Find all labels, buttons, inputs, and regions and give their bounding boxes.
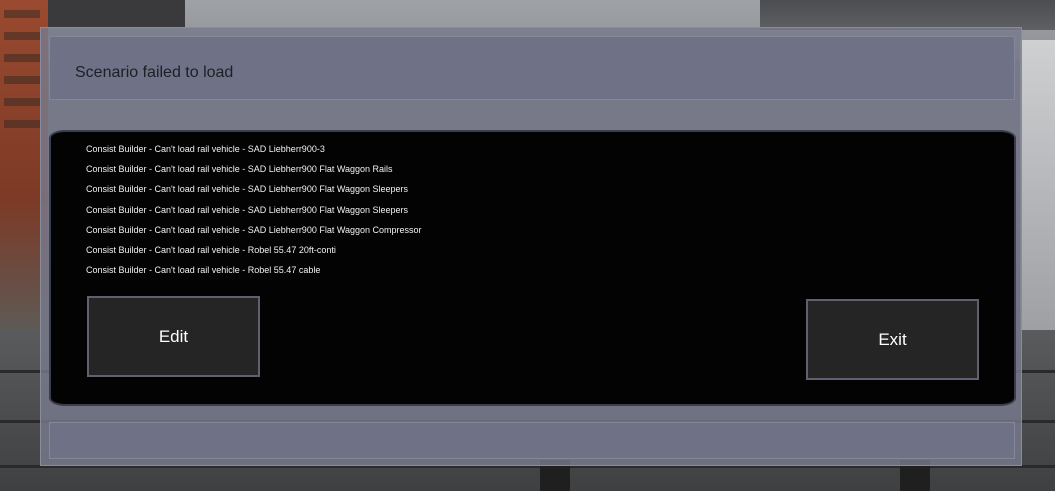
- background-roof-right: [760, 0, 1055, 30]
- error-message: Consist Builder - Can't load rail vehicl…: [86, 265, 321, 276]
- error-message: Consist Builder - Can't load rail vehicl…: [86, 164, 393, 175]
- error-dialog: Scenario failed to load Consist Builder …: [40, 27, 1022, 466]
- error-message: Consist Builder - Can't load rail vehicl…: [86, 224, 422, 235]
- dialog-header: Scenario failed to load: [49, 36, 1015, 100]
- dialog-footer: [49, 422, 1015, 459]
- error-message-panel: Consist Builder - Can't load rail vehicl…: [51, 132, 1014, 404]
- background-station-structure: [1020, 40, 1055, 340]
- error-message: Consist Builder - Can't load rail vehicl…: [86, 204, 409, 215]
- error-message: Consist Builder - Can't load rail vehicl…: [86, 244, 336, 255]
- error-message: Consist Builder - Can't load rail vehicl…: [86, 184, 409, 195]
- error-message-list: Consist Builder - Can't load rail vehicl…: [86, 142, 422, 283]
- edit-button[interactable]: Edit: [87, 296, 260, 377]
- exit-button[interactable]: Exit: [806, 299, 979, 380]
- dialog-title: Scenario failed to load: [75, 64, 234, 81]
- error-message: Consist Builder - Can't load rail vehicl…: [86, 144, 325, 154]
- game-scene: Scenario failed to load Consist Builder …: [0, 0, 1055, 491]
